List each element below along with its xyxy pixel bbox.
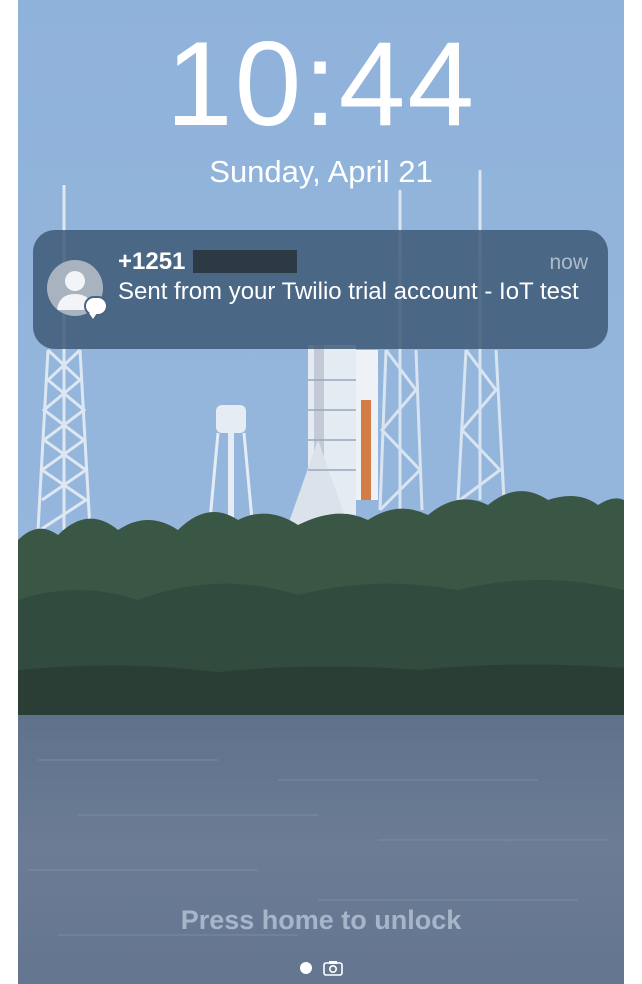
lock-screen: 10:44 Sunday, April 21 +1251 now Sent fr… xyxy=(18,0,624,984)
lock-clock: 10:44 xyxy=(165,17,477,151)
camera-icon[interactable] xyxy=(323,960,343,976)
lock-date: Sunday, April 21 xyxy=(209,154,433,189)
page-dot-icon xyxy=(300,962,312,974)
notification-message: Sent from your Twilio trial account - Io… xyxy=(118,278,579,305)
unlock-hint: Press home to unlock xyxy=(180,905,462,935)
message-notification[interactable]: +1251 now Sent from your Twilio trial ac… xyxy=(33,230,608,349)
redaction-bar xyxy=(193,250,297,273)
message-bubble-icon xyxy=(84,296,108,319)
notification-timestamp: now xyxy=(549,251,588,274)
notification-sender: +1251 xyxy=(118,248,186,275)
